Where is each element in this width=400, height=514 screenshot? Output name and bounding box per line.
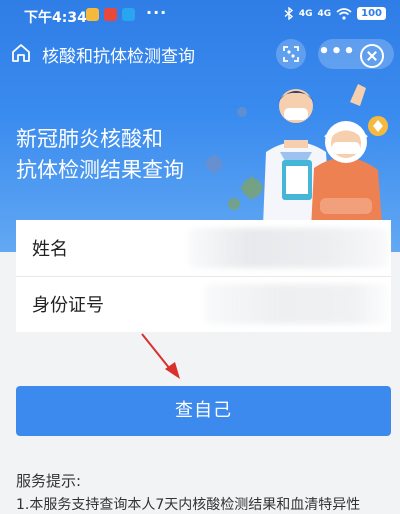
app-notification-icon <box>104 8 117 21</box>
name-label: 姓名 <box>32 239 68 260</box>
bluetooth-icon <box>284 7 293 20</box>
wifi-icon <box>336 7 352 20</box>
status-more-icon: ··· <box>146 3 168 22</box>
status-indicators: 4G 4G 100 <box>284 7 386 20</box>
name-row[interactable]: 姓名 <box>16 220 391 277</box>
battery-icon: 100 <box>357 7 386 20</box>
id-number-label: 身份证号 <box>32 295 104 316</box>
id-number-field[interactable] <box>204 284 388 324</box>
page-title: 核酸和抗体检测查询 <box>42 47 195 67</box>
query-self-button[interactable]: 查自己 <box>16 386 391 436</box>
id-row[interactable]: 身份证号 <box>16 276 391 332</box>
mini-program-capsule: ••• <box>318 39 394 69</box>
query-form: 姓名 身份证号 <box>16 220 391 332</box>
hero-title: 新冠肺炎核酸和 抗体检测结果查询 <box>16 124 184 186</box>
signal-icon: 4G <box>298 8 313 19</box>
hero-title-line: 新冠肺炎核酸和 <box>16 127 163 151</box>
app-notification-icon <box>86 8 99 21</box>
home-icon[interactable] <box>10 42 32 64</box>
app-notification-icon <box>122 8 135 21</box>
close-button[interactable] <box>360 44 384 68</box>
annotation-arrow-icon <box>141 333 180 379</box>
more-button[interactable]: ••• <box>318 39 356 69</box>
status-bar: 下午4:34 ··· 4G 4G 100 <box>0 0 400 32</box>
hero-banner: 下午4:34 ··· 4G 4G 100 核酸和抗体检测查询 ••• 新冠肺炎核… <box>0 0 400 252</box>
signal-icon: 4G <box>317 8 332 19</box>
scan-button[interactable] <box>276 39 306 69</box>
service-tips-title: 服务提示: <box>16 472 82 490</box>
scan-icon <box>283 46 299 62</box>
nav-bar: 核酸和抗体检测查询 ••• <box>0 32 400 76</box>
status-time: 下午4:34 <box>24 10 87 26</box>
hero-title-line: 抗体检测结果查询 <box>16 158 184 182</box>
service-tips-text: 1.本服务支持查询本人7天内核酸检测结果和血清特异性 <box>16 497 361 513</box>
name-field[interactable] <box>188 228 388 268</box>
